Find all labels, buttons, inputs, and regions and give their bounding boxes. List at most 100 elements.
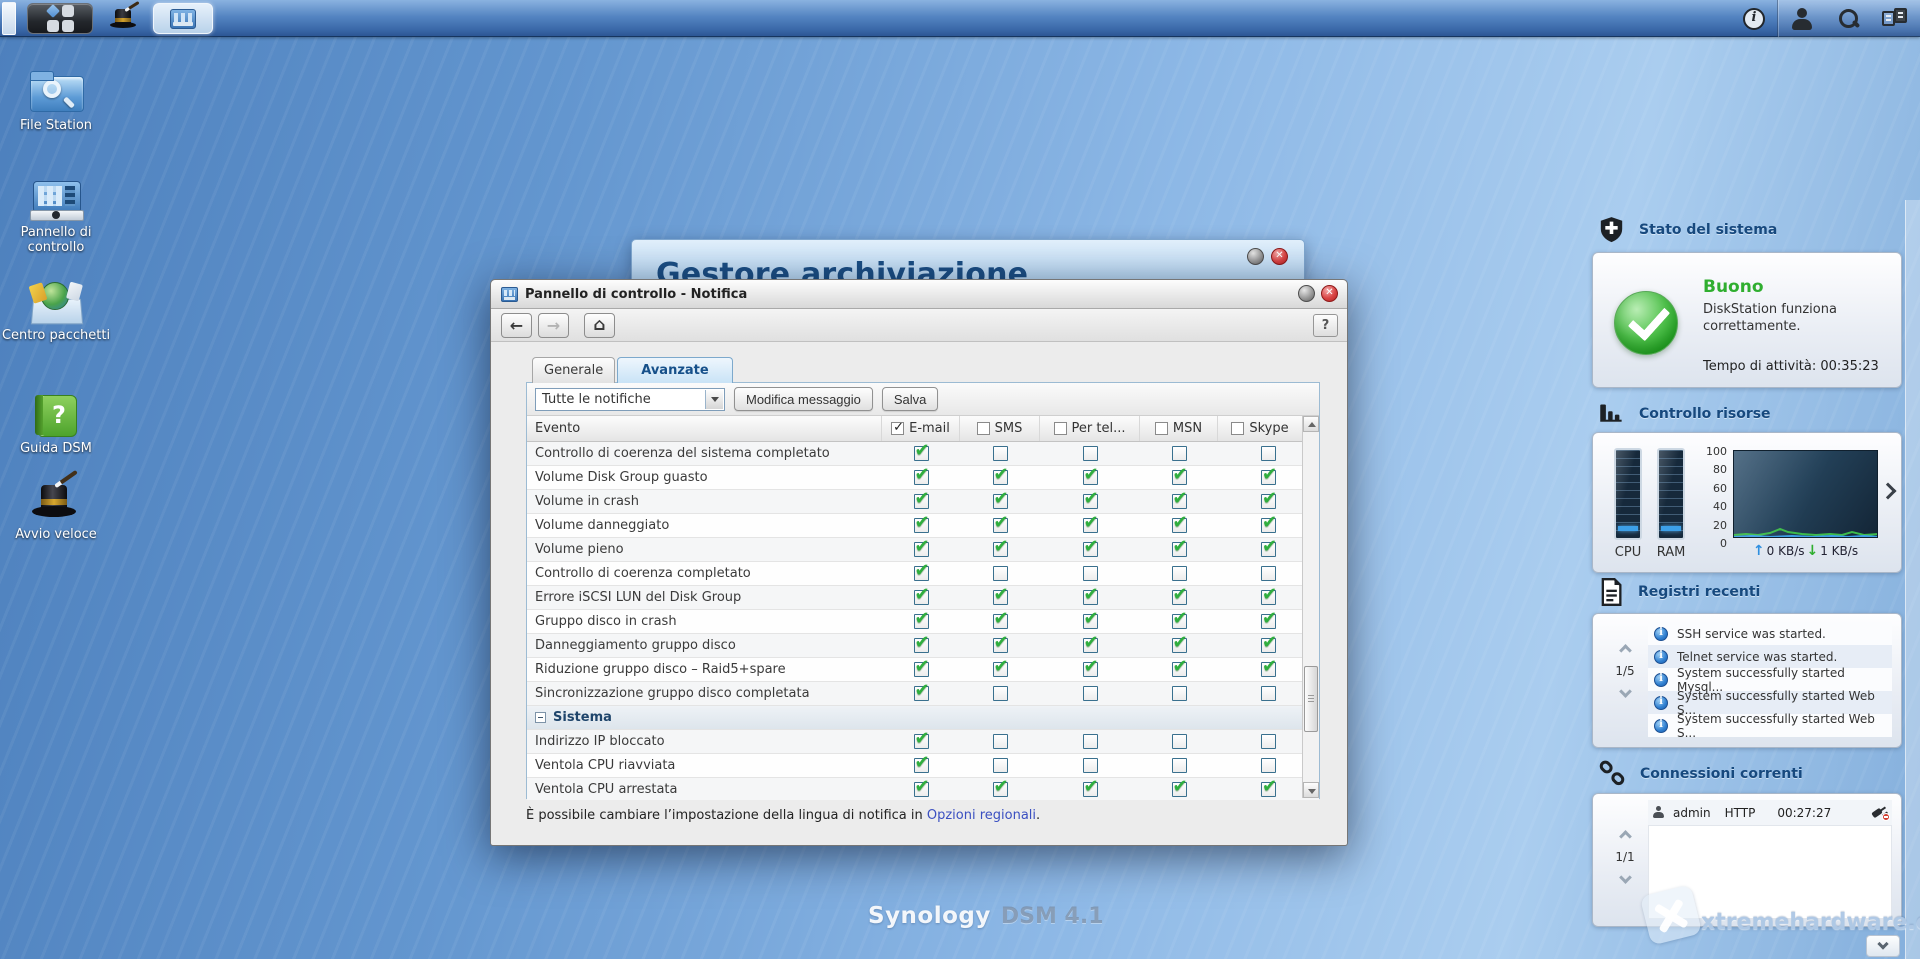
home-button[interactable]: ⌂: [584, 312, 615, 338]
close-icon[interactable]: [1321, 285, 1338, 302]
info-icon[interactable]: [1743, 7, 1765, 30]
checked-checkbox[interactable]: [992, 488, 1009, 509]
unchecked-checkbox[interactable]: [992, 686, 1008, 701]
unchecked-checkbox[interactable]: [1082, 446, 1098, 461]
unchecked-checkbox[interactable]: [1082, 566, 1098, 581]
unchecked-checkbox[interactable]: [1261, 734, 1276, 749]
unchecked-checkbox[interactable]: [1082, 686, 1098, 701]
forward-button[interactable]: →: [538, 312, 569, 338]
control-panel-taskbar-button[interactable]: [153, 3, 213, 34]
checked-checkbox[interactable]: [1261, 776, 1277, 797]
unchecked-checkbox[interactable]: [1082, 734, 1098, 749]
checked-checkbox[interactable]: [913, 728, 930, 749]
save-button[interactable]: Salva: [881, 387, 939, 411]
unchecked-checkbox[interactable]: [1261, 566, 1276, 581]
checked-checkbox[interactable]: [1171, 608, 1188, 629]
checked-checkbox[interactable]: [1082, 512, 1099, 533]
connection-row[interactable]: admin HTTP 00:27:27: [1648, 800, 1892, 825]
table-row[interactable]: Sincronizzazione gruppo disco completata: [527, 680, 1319, 706]
unchecked-checkbox[interactable]: [1171, 566, 1187, 581]
chevron-right-icon[interactable]: [1879, 482, 1897, 500]
checked-checkbox[interactable]: [1171, 512, 1188, 533]
checked-checkbox[interactable]: [913, 464, 930, 485]
checked-checkbox[interactable]: [1261, 656, 1277, 677]
table-row[interactable]: Ventola CPU riavviata: [527, 752, 1319, 778]
table-row[interactable]: Controllo di coerenza completato: [527, 560, 1319, 586]
quick-launch-taskbar-button[interactable]: [101, 0, 147, 34]
checked-checkbox[interactable]: [1171, 584, 1188, 605]
checked-checkbox[interactable]: [1082, 632, 1099, 653]
checked-checkbox[interactable]: [992, 536, 1009, 557]
minimize-button[interactable]: [1298, 285, 1315, 302]
minimize-button[interactable]: [1247, 248, 1264, 265]
user-icon[interactable]: [1790, 7, 1814, 31]
tab-generale[interactable]: Generale: [532, 357, 616, 383]
checked-checkbox[interactable]: [891, 420, 905, 435]
close-icon[interactable]: [1271, 248, 1288, 265]
help-button[interactable]: ?: [1313, 314, 1338, 337]
checked-checkbox[interactable]: [1082, 608, 1099, 629]
checked-checkbox[interactable]: [913, 656, 930, 677]
sidebar-scrollbar[interactable]: [1905, 200, 1920, 959]
checked-checkbox[interactable]: [1261, 536, 1277, 557]
desktop-icon-file-station[interactable]: File Station: [0, 70, 112, 133]
back-button[interactable]: ←: [501, 312, 532, 338]
collapse-icon[interactable]: [535, 712, 546, 723]
tab-avanzate[interactable]: Avanzate: [617, 357, 733, 383]
checked-checkbox[interactable]: [1261, 584, 1277, 605]
unchecked-checkbox[interactable]: [992, 566, 1008, 581]
show-desktop-button[interactable]: [2, 2, 16, 35]
checked-checkbox[interactable]: [913, 488, 930, 509]
scrollbar-thumb[interactable]: [1304, 666, 1318, 732]
desktop-icon-quick-launch[interactable]: Avvio veloce: [0, 469, 112, 542]
table-row[interactable]: Volume danneggiato: [527, 512, 1319, 538]
unchecked-checkbox[interactable]: [992, 758, 1008, 773]
checked-checkbox[interactable]: [913, 776, 930, 797]
vertical-scrollbar[interactable]: [1302, 416, 1319, 798]
checked-checkbox[interactable]: [1171, 488, 1188, 509]
checked-checkbox[interactable]: [992, 608, 1009, 629]
disconnect-icon[interactable]: [1870, 805, 1890, 821]
checked-checkbox[interactable]: [1171, 776, 1188, 797]
checked-checkbox[interactable]: [1171, 632, 1188, 653]
page-up-icon[interactable]: [1618, 830, 1632, 843]
table-row[interactable]: Volume Disk Group guasto: [527, 464, 1319, 490]
desktop-icon-package-center[interactable]: Centro pacchetti: [0, 280, 112, 343]
checked-checkbox[interactable]: [1261, 464, 1277, 485]
unchecked-checkbox[interactable]: [1261, 446, 1276, 461]
checked-checkbox[interactable]: [1171, 536, 1188, 557]
unchecked-checkbox[interactable]: [1154, 422, 1168, 435]
page-up-icon[interactable]: [1618, 644, 1632, 657]
unchecked-checkbox[interactable]: [1171, 446, 1187, 461]
unchecked-checkbox[interactable]: [1231, 422, 1245, 435]
checked-checkbox[interactable]: [913, 632, 930, 653]
table-group-row[interactable]: Sistema: [527, 706, 1319, 730]
checked-checkbox[interactable]: [1082, 776, 1099, 797]
scroll-down-button[interactable]: [1303, 782, 1319, 798]
checked-checkbox[interactable]: [992, 584, 1009, 605]
checked-checkbox[interactable]: [913, 680, 930, 701]
checked-checkbox[interactable]: [1261, 632, 1277, 653]
page-down-icon[interactable]: [1618, 871, 1632, 884]
checked-checkbox[interactable]: [913, 752, 930, 773]
checked-checkbox[interactable]: [913, 442, 930, 461]
checked-checkbox[interactable]: [913, 584, 930, 605]
checked-checkbox[interactable]: [913, 536, 930, 557]
edit-message-button[interactable]: Modifica messaggio: [734, 387, 873, 411]
table-row[interactable]: Ventola CPU arrestata: [527, 776, 1319, 800]
checked-checkbox[interactable]: [1171, 656, 1188, 677]
checked-checkbox[interactable]: [992, 632, 1009, 653]
notification-filter-dropdown[interactable]: Tutte le notifiche: [535, 387, 725, 411]
checked-checkbox[interactable]: [1082, 464, 1099, 485]
table-row[interactable]: Riduzione gruppo disco – Raid5+spare: [527, 656, 1319, 682]
checked-checkbox[interactable]: [913, 512, 930, 533]
main-menu-button[interactable]: [27, 3, 93, 34]
unchecked-checkbox[interactable]: [976, 422, 990, 435]
table-row[interactable]: Danneggiamento gruppo disco: [527, 632, 1319, 658]
table-row[interactable]: Gruppo disco in crash: [527, 608, 1319, 634]
unchecked-checkbox[interactable]: [1171, 758, 1187, 773]
unchecked-checkbox[interactable]: [1261, 686, 1276, 701]
desktop-icon-control-panel[interactable]: Pannello di controllo: [0, 177, 112, 255]
checked-checkbox[interactable]: [1261, 608, 1277, 629]
unchecked-checkbox[interactable]: [1261, 758, 1276, 773]
